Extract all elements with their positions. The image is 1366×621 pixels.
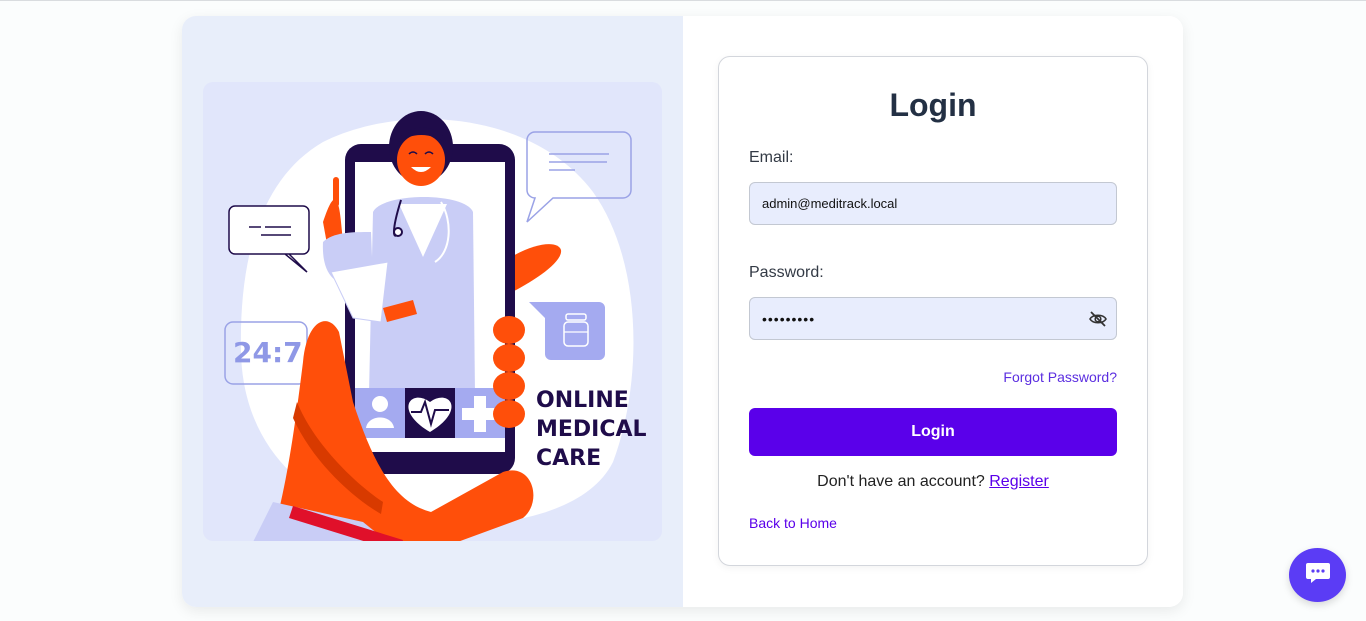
headline-line-3: CARE: [536, 446, 601, 471]
online-medical-care-illustration: 24:7 ONLINE MEDICAL CARE: [203, 82, 662, 541]
email-label: Email:: [749, 149, 794, 166]
login-card: 24:7 ONLINE MEDICAL CARE Login Email: ad…: [182, 16, 1183, 607]
illustration-panel: 24:7 ONLINE MEDICAL CARE: [182, 16, 683, 607]
page-title: Login: [889, 87, 977, 123]
eye-slash-icon[interactable]: [1088, 309, 1108, 329]
login-panel: Login Email: Password: ••••••••• Forgot …: [683, 16, 1183, 607]
illustration-svg: 24:7 ONLINE MEDICAL CARE: [224, 111, 647, 541]
no-account-text: Don't have an account?: [817, 473, 985, 490]
password-value: •••••••••: [762, 310, 816, 327]
email-field[interactable]: [749, 182, 1117, 225]
login-button[interactable]: Login: [749, 408, 1117, 456]
password-field[interactable]: •••••••••: [749, 297, 1117, 340]
headline-line-1: ONLINE: [536, 388, 629, 413]
forgot-password-link[interactable]: Forgot Password?: [1003, 369, 1117, 385]
badge-24-7: 24:7: [233, 336, 303, 369]
chat-button[interactable]: [1289, 548, 1346, 602]
login-form: Login Email: Password: ••••••••• Forgot …: [718, 56, 1148, 566]
register-prompt: Don't have an account? Register: [719, 473, 1147, 491]
back-to-home-link[interactable]: Back to Home: [749, 515, 837, 531]
chat-bubble-icon: [1305, 561, 1331, 590]
register-link[interactable]: Register: [989, 473, 1049, 490]
password-label: Password:: [749, 264, 824, 281]
headline-line-2: MEDICAL: [536, 417, 647, 442]
